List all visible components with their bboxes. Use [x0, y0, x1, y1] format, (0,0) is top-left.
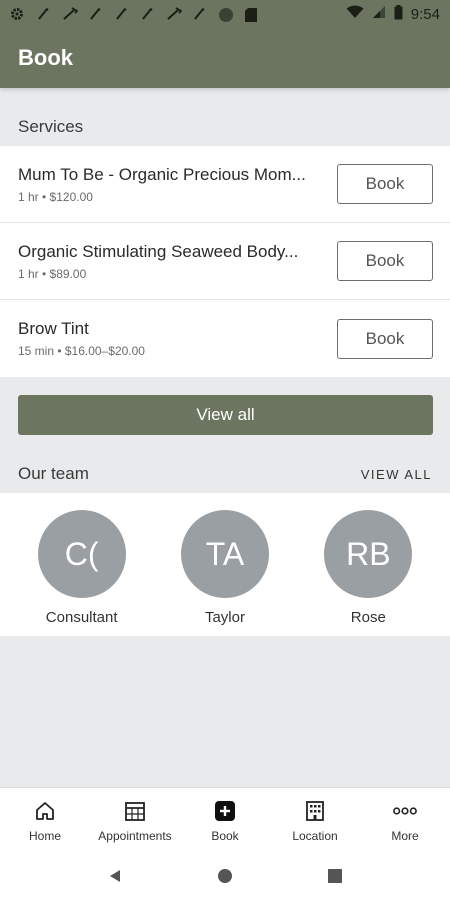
- service-info: Brow Tint 15 min • $16.00–$20.00: [18, 319, 337, 358]
- team-member[interactable]: TA Taylor: [170, 510, 280, 636]
- back-icon[interactable]: [101, 862, 129, 890]
- recents-icon[interactable]: [321, 862, 349, 890]
- service-row[interactable]: Brow Tint 15 min • $16.00–$20.00 Book: [0, 300, 450, 377]
- member-name: Taylor: [204, 609, 245, 626]
- service-row[interactable]: Organic Stimulating Seaweed Body... 1 hr…: [0, 223, 450, 300]
- view-all-team-link[interactable]: VIEW ALL: [361, 467, 432, 482]
- services-title: Services: [18, 117, 84, 136]
- team-member[interactable]: RB Rose: [313, 510, 423, 636]
- nav-label: Location: [292, 828, 338, 843]
- view-all-services-button[interactable]: View all: [18, 395, 433, 435]
- member-name: Consultant: [45, 609, 118, 626]
- wand-icon: [114, 7, 128, 21]
- wrench-icon: [166, 7, 183, 21]
- battery-icon: [394, 4, 403, 24]
- team-title: Our team: [18, 464, 89, 483]
- page-title: Book: [18, 45, 73, 70]
- nav-item-appointments[interactable]: Appointments: [90, 788, 180, 851]
- avatar[interactable]: C(: [37, 510, 126, 598]
- team-member[interactable]: C( Consultant: [27, 510, 137, 636]
- status-bar: 9:54: [0, 0, 450, 28]
- book-button[interactable]: Book: [337, 164, 433, 204]
- wand-icon: [88, 7, 102, 21]
- wand-icon: [36, 7, 50, 21]
- avatar[interactable]: RB: [324, 510, 413, 598]
- service-meta: 1 hr • $120.00: [18, 189, 93, 204]
- service-row[interactable]: Mum To Be - Organic Precious Mom... 1 hr…: [0, 146, 450, 223]
- service-meta: 15 min • $16.00–$20.00: [18, 344, 145, 358]
- nav-item-book[interactable]: Book: [180, 788, 270, 851]
- nav-label: More: [391, 828, 419, 843]
- bottom-nav: Home Appointments Book Location More: [0, 787, 450, 851]
- wrench-icon: [62, 7, 79, 21]
- service-name: Organic Stimulating Seaweed Body...: [18, 241, 299, 261]
- circle-icon: [218, 7, 233, 22]
- building-icon: [303, 799, 327, 823]
- book-button[interactable]: Book: [337, 241, 433, 281]
- service-info: Organic Stimulating Seaweed Body... 1 hr…: [18, 242, 337, 281]
- signal-icon: [372, 5, 386, 23]
- sd-card-icon: [244, 7, 258, 22]
- nav-label: Home: [28, 828, 61, 843]
- more-dots-icon: [393, 799, 417, 823]
- gear-icon: [10, 7, 24, 21]
- app-bar: Book: [0, 28, 450, 88]
- status-icons-left: [10, 7, 258, 22]
- service-meta: 1 hr • $89.00: [18, 266, 87, 281]
- service-name: Brow Tint: [18, 319, 89, 338]
- nav-label: Appointments: [98, 828, 172, 843]
- book-button[interactable]: Book: [337, 318, 433, 359]
- wand-icon: [140, 7, 154, 21]
- service-name: Mum To Be - Organic Precious Mom...: [18, 164, 306, 184]
- add-box-icon: [213, 799, 237, 823]
- wifi-icon: [346, 5, 364, 23]
- team-panel: C( Consultant TA Taylor RB Rose: [0, 493, 450, 636]
- service-info: Mum To Be - Organic Precious Mom... 1 hr…: [18, 165, 337, 204]
- status-icons-right: 9:54: [346, 4, 440, 24]
- nav-item-home[interactable]: Home: [0, 788, 90, 851]
- home-icon: [33, 799, 57, 823]
- nav-label: Book: [211, 828, 239, 843]
- system-nav: [0, 851, 450, 900]
- nav-item-more[interactable]: More: [360, 788, 450, 851]
- home-circle-icon[interactable]: [211, 862, 239, 890]
- clock-time: 9:54: [410, 5, 440, 23]
- wand-icon: [192, 7, 206, 21]
- member-name: Rose: [350, 609, 386, 626]
- calendar-icon: [123, 799, 147, 823]
- nav-item-location[interactable]: Location: [270, 788, 360, 851]
- avatar[interactable]: TA: [180, 510, 269, 598]
